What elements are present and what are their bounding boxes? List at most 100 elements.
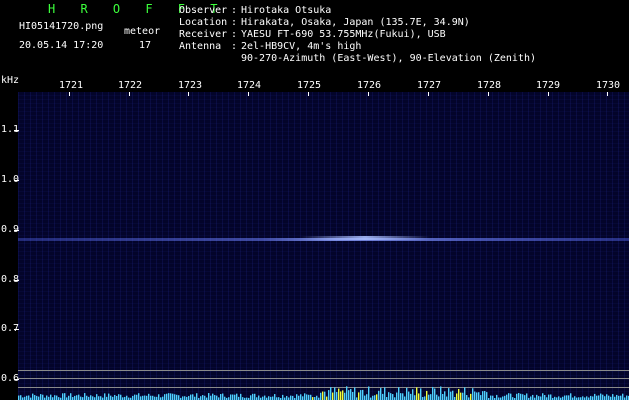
noise-bar bbox=[484, 390, 486, 400]
noise-bar bbox=[342, 390, 344, 400]
noise-bar bbox=[626, 395, 628, 400]
noise-bar bbox=[18, 395, 20, 400]
noise-bar bbox=[46, 395, 48, 400]
noise-bar bbox=[542, 393, 544, 400]
noise-bar bbox=[96, 394, 98, 400]
noise-bar bbox=[366, 394, 368, 400]
noise-bar bbox=[522, 394, 524, 400]
noise-bar bbox=[486, 392, 488, 400]
noise-bar bbox=[162, 396, 164, 400]
noise-bar bbox=[368, 386, 370, 400]
noise-bar bbox=[418, 393, 420, 400]
noise-bar bbox=[214, 395, 216, 400]
noise-bar bbox=[54, 395, 56, 400]
noise-bar bbox=[390, 393, 392, 400]
noise-bar bbox=[192, 394, 194, 400]
x-tick-label: 1724 bbox=[237, 80, 262, 91]
noise-bar bbox=[126, 395, 128, 400]
noise-bar bbox=[148, 393, 150, 400]
noise-bar bbox=[408, 391, 410, 400]
meteor-count: 17 bbox=[139, 40, 152, 51]
type-label: meteor bbox=[124, 26, 161, 37]
x-tick-label: 1726 bbox=[357, 80, 382, 91]
noise-bar bbox=[142, 395, 144, 400]
noise-bar bbox=[548, 394, 550, 400]
noise-bar bbox=[200, 396, 202, 400]
noise-bar bbox=[108, 393, 110, 400]
x-tick-label: 1721 bbox=[59, 80, 84, 91]
info-row-location: Location: Hirakata, Osaka, Japan (135.7E,… bbox=[179, 17, 536, 29]
noise-bar bbox=[220, 394, 222, 400]
station-info: Observer: Hirotaka Otsuka Location: Hiraka… bbox=[179, 5, 536, 65]
noise-bar bbox=[538, 396, 540, 400]
noise-bar bbox=[118, 394, 120, 400]
noise-bar bbox=[190, 394, 192, 400]
file-name: HI05141720.png bbox=[19, 21, 104, 32]
info-colon: : bbox=[231, 41, 238, 52]
spectrogram-display bbox=[18, 92, 629, 400]
noise-bar bbox=[596, 395, 598, 400]
noise-bar bbox=[326, 396, 328, 400]
info-value: 90-270-Azimuth (East-West), 90-Elevation… bbox=[241, 53, 537, 64]
noise-bar bbox=[544, 395, 546, 400]
x-tick-mark bbox=[69, 92, 70, 96]
noise-bar bbox=[334, 387, 336, 400]
x-tick-mark bbox=[248, 92, 249, 96]
noise-bar bbox=[204, 395, 206, 400]
noise-bar bbox=[350, 388, 352, 400]
noise-bar bbox=[462, 392, 464, 400]
noise-bar bbox=[216, 395, 218, 400]
noise-bar bbox=[138, 393, 140, 400]
noise-bar bbox=[132, 395, 134, 400]
meteor-echo-head bbox=[300, 236, 430, 240]
noise-bar bbox=[460, 392, 462, 400]
noise-bar bbox=[568, 395, 570, 400]
x-tick-mark bbox=[488, 92, 489, 96]
noise-bar bbox=[302, 396, 304, 400]
noise-bar bbox=[372, 395, 374, 400]
noise-bar bbox=[406, 387, 408, 400]
noise-bar bbox=[150, 395, 152, 400]
noise-bar bbox=[520, 393, 522, 400]
noise-bar bbox=[100, 396, 102, 400]
y-tick-mark bbox=[14, 329, 19, 330]
noise-bar bbox=[618, 395, 620, 400]
noise-bar bbox=[202, 395, 204, 400]
noise-bar bbox=[56, 395, 58, 400]
noise-bar bbox=[68, 395, 70, 400]
noise-bar bbox=[516, 393, 518, 400]
noise-bar bbox=[74, 395, 76, 400]
info-value: 2el-HB9CV, 4m's high bbox=[241, 41, 362, 52]
noise-bar bbox=[300, 394, 302, 400]
noise-bar bbox=[80, 396, 82, 400]
noise-bar bbox=[158, 394, 160, 400]
x-tick-label: 1727 bbox=[417, 80, 442, 91]
noise-bar bbox=[540, 396, 542, 400]
y-tick-mark bbox=[14, 130, 19, 131]
noise-bar bbox=[604, 396, 606, 400]
noise-bar bbox=[416, 387, 418, 400]
noise-bar bbox=[586, 396, 588, 400]
noise-bar bbox=[374, 395, 376, 400]
noise-bar bbox=[352, 391, 354, 400]
noise-bar bbox=[172, 393, 174, 400]
noise-bar bbox=[348, 390, 350, 400]
noise-bar bbox=[524, 395, 526, 400]
noise-bar bbox=[208, 393, 210, 400]
noise-bar bbox=[502, 396, 504, 400]
noise-bar bbox=[232, 394, 234, 400]
noise-bar bbox=[32, 393, 34, 400]
y-tick-mark bbox=[14, 180, 19, 181]
info-colon: : bbox=[231, 5, 238, 16]
noise-bar bbox=[236, 393, 238, 400]
noise-bar bbox=[272, 396, 274, 400]
noise-bar bbox=[620, 395, 622, 400]
noise-bar bbox=[396, 392, 398, 400]
noise-bar bbox=[402, 393, 404, 400]
noise-bar bbox=[510, 393, 512, 400]
noise-bar bbox=[606, 394, 608, 400]
info-key: Receiver bbox=[179, 29, 228, 40]
noise-bar bbox=[338, 388, 340, 400]
noise-bar bbox=[404, 396, 406, 400]
info-colon: : bbox=[231, 29, 238, 40]
